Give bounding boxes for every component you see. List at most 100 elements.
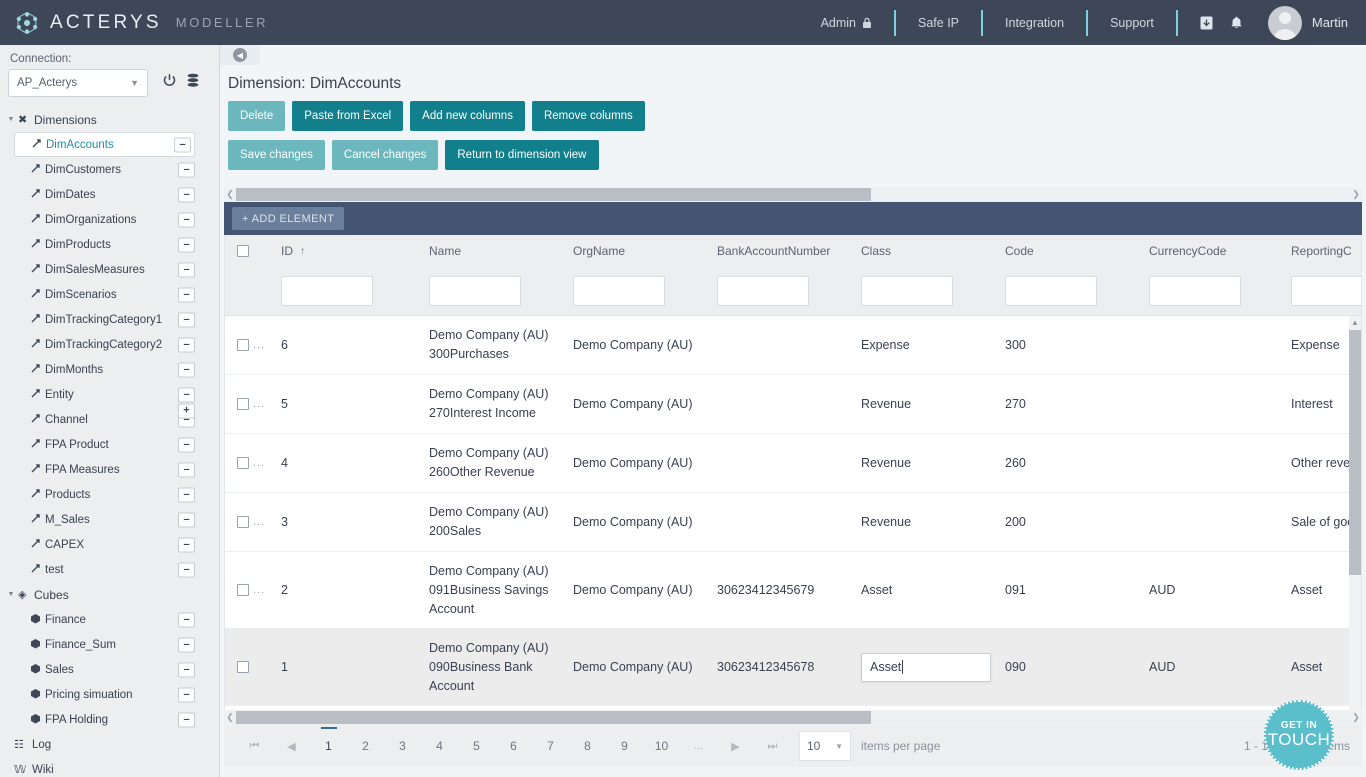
cell-class[interactable]: Revenue xyxy=(849,395,993,414)
column-header-orgname[interactable]: OrgName xyxy=(561,235,705,267)
filter-input-class[interactable] xyxy=(861,276,953,306)
sidebar-item-dimension-fpa-product[interactable]: FPA Product – xyxy=(0,432,219,457)
scroll-left-icon[interactable]: ❮ xyxy=(224,712,236,723)
sidebar-item-dimension-dimscenarios[interactable]: DimScenarios – xyxy=(0,282,219,307)
sidebar-item-dimension-dimorganizations[interactable]: DimOrganizations – xyxy=(0,207,219,232)
column-header-id[interactable]: ID ↑ xyxy=(269,235,417,267)
remove-item-button[interactable]: – xyxy=(178,337,195,352)
row-checkbox[interactable] xyxy=(237,339,249,351)
column-header-code[interactable]: Code xyxy=(993,235,1137,267)
cell-orgname[interactable]: Demo Company (AU) xyxy=(561,395,705,414)
row-overflow-icon[interactable]: ... xyxy=(253,395,265,414)
sidebar-item-dimension-dimtrackingcategory1[interactable]: DimTrackingCategory1 – xyxy=(0,307,219,332)
cell-orgname[interactable]: Demo Company (AU) xyxy=(561,581,705,600)
cell-class[interactable]: Revenue xyxy=(849,513,993,532)
cell-name[interactable]: Demo Company (AU) 260Other Revenue xyxy=(417,444,561,482)
cell-name[interactable]: Demo Company (AU) 300Purchases xyxy=(417,326,561,364)
top-horizontal-scrollbar[interactable]: ❮ ❯ xyxy=(224,187,1362,202)
pager-page-10[interactable]: 10 xyxy=(643,734,680,758)
remove-item-button[interactable]: – xyxy=(178,237,195,252)
row-checkbox[interactable] xyxy=(237,661,249,673)
sidebar-item-dimension-fpa-measures[interactable]: FPA Measures – xyxy=(0,457,219,482)
cell-reportingc[interactable]: Asset xyxy=(1279,581,1359,600)
select-all-checkbox[interactable] xyxy=(237,245,249,257)
row-checkbox[interactable] xyxy=(237,516,249,528)
sidebar-item-cube-sales[interactable]: Sales – xyxy=(0,657,219,682)
remove-item-button[interactable]: – xyxy=(178,212,195,227)
pager-page-6[interactable]: 6 xyxy=(495,734,532,758)
table-row[interactable]: ... 2 Demo Company (AU) 091Business Saving… xyxy=(225,552,1361,629)
filter-input-code[interactable] xyxy=(1005,276,1097,306)
sidebar-item-log[interactable]: ☷ Log xyxy=(0,732,219,757)
sidebar-item-cube-pricing-simuation[interactable]: Pricing simuation – xyxy=(0,682,219,707)
pager-next-button[interactable]: ▶ xyxy=(717,740,754,753)
cell-class[interactable]: Asset xyxy=(849,581,993,600)
download-box-icon[interactable] xyxy=(1192,10,1222,36)
cell-currencycode[interactable]: AUD xyxy=(1137,581,1279,600)
cell-orgname[interactable]: Demo Company (AU) xyxy=(561,336,705,355)
remove-item-button[interactable]: – xyxy=(174,137,191,152)
nav-item-integration[interactable]: Integration xyxy=(981,9,1086,36)
grid-vertical-scrollbar[interactable]: ▲ ▼ xyxy=(1349,316,1361,710)
remove-item-button[interactable]: – xyxy=(178,387,195,402)
sidebar-item-dimension-m-sales[interactable]: M_Sales – xyxy=(0,507,219,532)
cell-name[interactable]: Demo Company (AU) 200Sales xyxy=(417,503,561,541)
cell-bankaccountnumber[interactable]: 30623412345678 xyxy=(705,658,849,677)
pager-page-7[interactable]: 7 xyxy=(532,734,569,758)
filter-input-currencycode[interactable] xyxy=(1149,276,1241,306)
bottom-horizontal-scrollbar[interactable]: ❮ ❯ xyxy=(224,710,1362,725)
username-label[interactable]: Martin xyxy=(1312,15,1366,30)
bell-icon[interactable] xyxy=(1222,10,1252,36)
filter-input-orgname[interactable] xyxy=(573,276,665,306)
cell-orgname[interactable]: Demo Company (AU) xyxy=(561,513,705,532)
cell-code[interactable]: 260 xyxy=(993,454,1137,473)
remove-item-button[interactable]: – xyxy=(178,687,195,702)
vertical-scroll-thumb[interactable] xyxy=(1349,330,1361,575)
cell-class-editor[interactable]: Asset xyxy=(849,652,993,682)
remove-item-button[interactable]: – xyxy=(178,662,195,677)
sidebar-item-dimension-dimaccounts[interactable]: DimAccounts – xyxy=(14,132,195,157)
get-in-touch-badge[interactable]: GET IN TOUCH xyxy=(1264,700,1334,770)
cell-id[interactable]: 1 xyxy=(269,658,417,677)
cell-name[interactable]: Demo Company (AU) 270Interest Income xyxy=(417,385,561,423)
remove-item-button[interactable]: – xyxy=(178,162,195,177)
cell-name[interactable]: Demo Company (AU) 091Business Savings Ac… xyxy=(417,562,561,619)
cell-code[interactable]: 090 xyxy=(993,658,1137,677)
nav-item-safe-ip[interactable]: Safe IP xyxy=(894,9,981,36)
toolbar-paste-from-excel-button[interactable]: Paste from Excel xyxy=(292,101,404,131)
cell-reportingc[interactable]: Other reve xyxy=(1279,454,1359,473)
sidebar-item-cube-finance-sum[interactable]: Finance_Sum – xyxy=(0,632,219,657)
toolbar-return-to-dimension-view-button[interactable]: Return to dimension view xyxy=(445,140,599,170)
cell-currencycode[interactable]: AUD xyxy=(1137,658,1279,677)
sidebar-item-dimension-products[interactable]: Products – xyxy=(0,482,219,507)
scroll-left-icon[interactable]: ❮ xyxy=(224,189,236,200)
pager-page-3[interactable]: 3 xyxy=(384,734,421,758)
table-row[interactable]: ... 4 Demo Company (AU) 260Other Revenue De… xyxy=(225,434,1361,493)
sidebar-item-dimension-dimtrackingcategory2[interactable]: DimTrackingCategory2 – xyxy=(0,332,219,357)
cell-bankaccountnumber[interactable]: 30623412345679 xyxy=(705,581,849,600)
add-element-button[interactable]: + ADD ELEMENT xyxy=(232,207,345,230)
cell-code[interactable]: 300 xyxy=(993,336,1137,355)
cell-code[interactable]: 200 xyxy=(993,513,1137,532)
scroll-right-icon[interactable]: ❯ xyxy=(1350,189,1362,200)
cell-id[interactable]: 6 xyxy=(269,336,417,355)
remove-item-button[interactable]: – xyxy=(178,487,195,502)
column-header-bankaccountnumber[interactable]: BankAccountNumber xyxy=(705,235,849,267)
pager-page-4[interactable]: 4 xyxy=(421,734,458,758)
sidebar-item-dimension-dimmonths[interactable]: DimMonths – xyxy=(0,357,219,382)
sidebar-item-dimension-capex[interactable]: CAPEX – xyxy=(0,532,219,557)
remove-item-button[interactable]: – xyxy=(178,437,195,452)
pager-page-5[interactable]: 5 xyxy=(458,734,495,758)
pager-last-button[interactable]: ⏭ xyxy=(754,740,791,753)
power-icon[interactable] xyxy=(162,73,177,93)
sidebar-item-cube-fpa-holding[interactable]: FPA Holding – xyxy=(0,707,219,732)
add-cube-button[interactable]: + xyxy=(178,403,195,419)
remove-item-button[interactable]: – xyxy=(178,612,195,627)
tree-group-dimensions[interactable]: ▼ ✖ Dimensions + xyxy=(0,107,219,419)
sidebar-item-dimension-dimsalesmeasures[interactable]: DimSalesMeasures – xyxy=(0,257,219,282)
pager-page-9[interactable]: 9 xyxy=(606,734,643,758)
row-overflow-icon[interactable]: ... xyxy=(253,513,265,532)
remove-item-button[interactable]: – xyxy=(178,262,195,277)
pager-page-2[interactable]: 2 xyxy=(347,734,384,758)
caret-down-icon[interactable]: ▼ xyxy=(4,591,18,598)
